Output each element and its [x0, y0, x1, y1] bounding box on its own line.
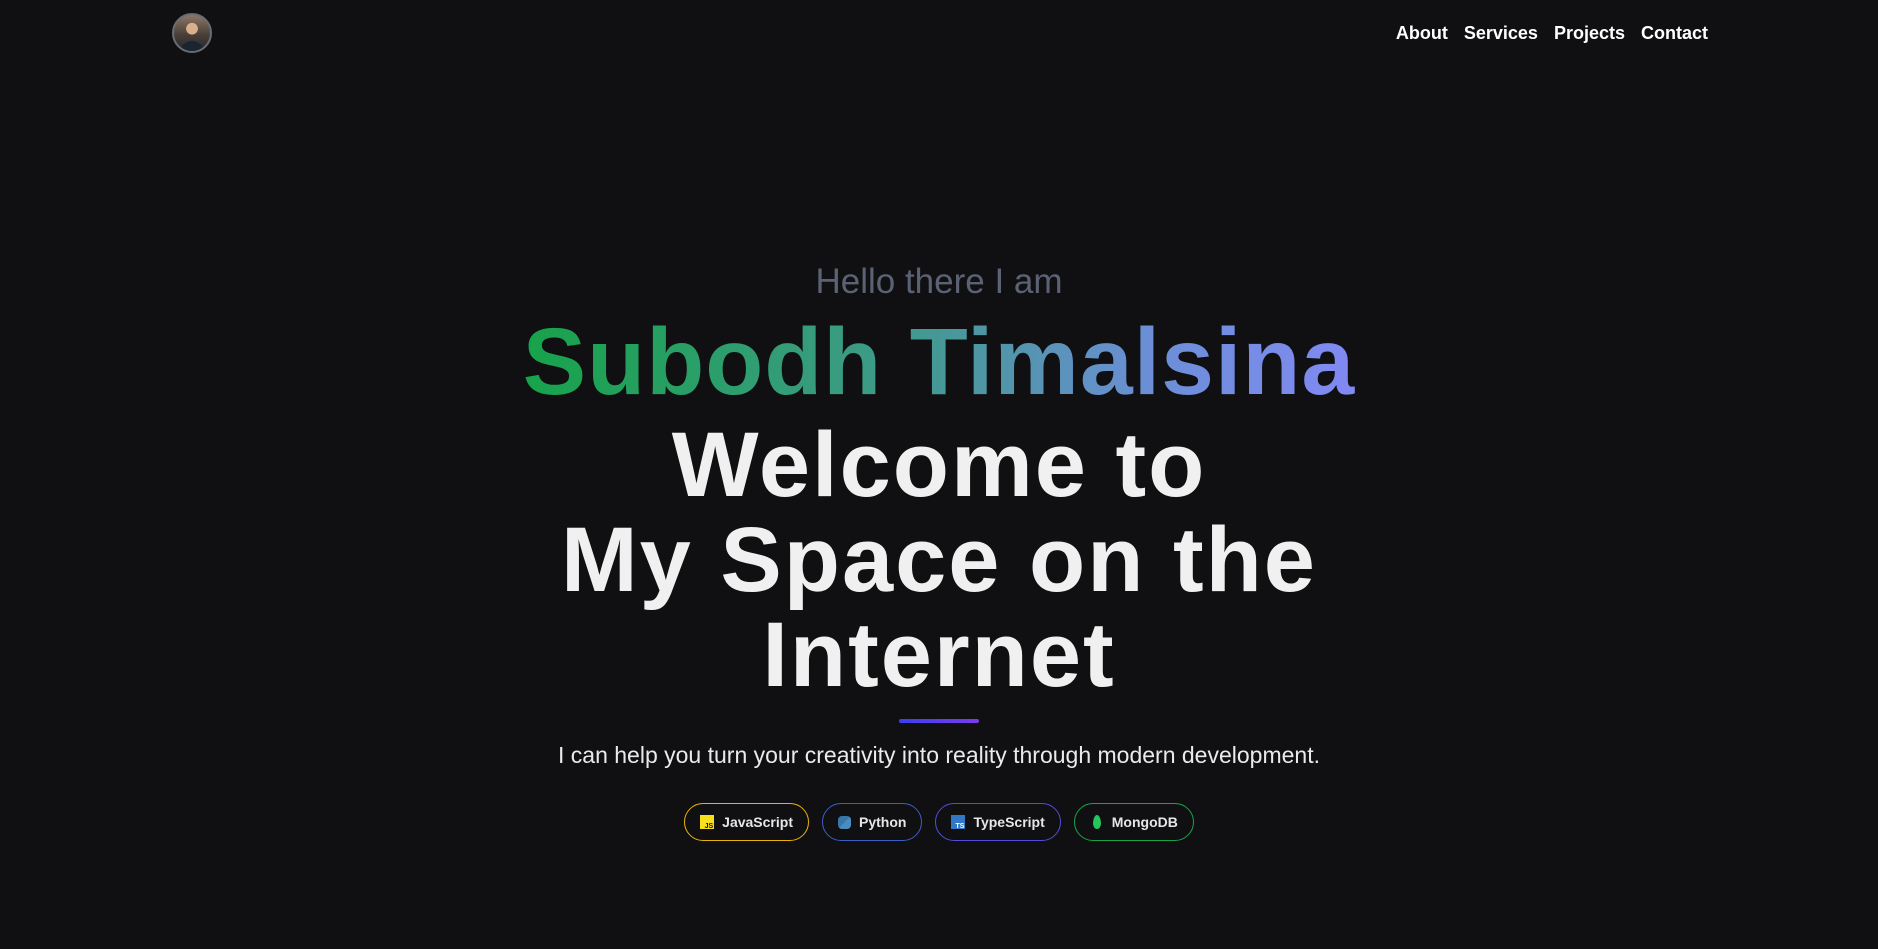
nav-link-about[interactable]: About — [1396, 22, 1448, 44]
badge-label: Python — [858, 814, 907, 830]
headline-line-1: Welcome to — [671, 414, 1207, 516]
hero-headline: Welcome to My Space on the Internet — [0, 418, 1878, 703]
badge-label: MongoDB — [1111, 814, 1178, 830]
badge-mongodb[interactable]: MongoDB — [1073, 803, 1194, 841]
mongodb-icon — [1092, 815, 1101, 829]
hero-name: Subodh Timalsina — [522, 309, 1356, 415]
badge-python[interactable]: Python — [821, 803, 923, 841]
nav-link-projects[interactable]: Projects — [1554, 22, 1625, 44]
avatar-shoulders — [180, 41, 204, 51]
tech-badges: JavaScript Python TypeScript MongoDB — [0, 803, 1878, 841]
top-nav: About Services Projects Contact — [0, 0, 1878, 66]
badge-javascript[interactable]: JavaScript — [684, 803, 809, 841]
badge-label: TypeScript — [973, 814, 1045, 830]
nav-link-services[interactable]: Services — [1464, 22, 1538, 44]
javascript-icon — [700, 815, 715, 830]
accent-divider — [899, 719, 979, 723]
page: About Services Projects Contact Hello th… — [0, 0, 1878, 949]
headline-line-3: Internet — [762, 604, 1116, 706]
headline-line-2: My Space on the — [561, 509, 1317, 611]
python-icon — [837, 815, 851, 829]
hero-section: Hello there I am Subodh Timalsina Welcom… — [0, 258, 1878, 841]
badge-label: JavaScript — [722, 814, 793, 830]
hero-tagline: I can help you turn your creativity into… — [558, 742, 1320, 768]
nav-link-contact[interactable]: Contact — [1641, 22, 1708, 44]
greeting-text: Hello there I am — [815, 262, 1063, 301]
badge-typescript[interactable]: TypeScript — [935, 803, 1061, 841]
nav-links: About Services Projects Contact — [1396, 22, 1708, 44]
avatar[interactable] — [172, 13, 212, 53]
typescript-icon — [951, 815, 966, 830]
